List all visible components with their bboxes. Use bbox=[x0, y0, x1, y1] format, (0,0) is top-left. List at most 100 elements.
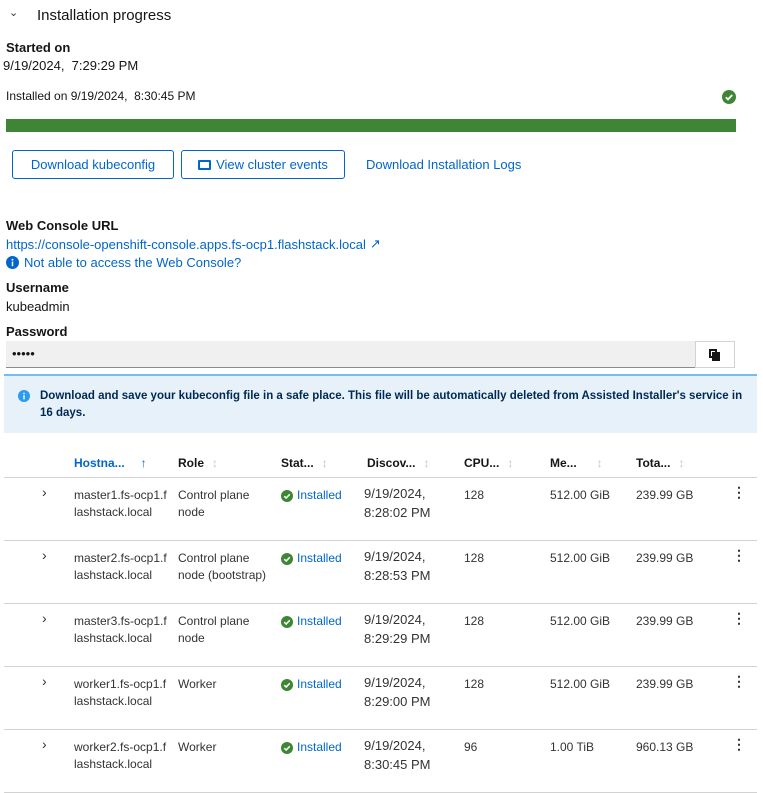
success-check-icon bbox=[722, 90, 736, 104]
expand-row-chevron-icon[interactable]: › bbox=[42, 547, 47, 564]
column-header-cpu[interactable]: CPU... ↕ bbox=[464, 456, 513, 470]
memory-cell: 512.00 GiB bbox=[550, 677, 611, 691]
success-check-icon bbox=[281, 741, 293, 754]
expand-row-chevron-icon[interactable]: › bbox=[42, 610, 47, 627]
success-check-icon bbox=[281, 678, 293, 691]
discovered-date: 9/19/2024, bbox=[364, 549, 426, 564]
status-cell: Installed bbox=[281, 739, 342, 756]
role-cell: Worker bbox=[178, 677, 217, 691]
started-value: 9/19/2024, 7:29:29 PM bbox=[3, 58, 139, 73]
cpu-cell: 128 bbox=[464, 488, 485, 502]
table-header: Hostna... ↑ Role ↕ Stat... ↕ Discov... ↕ CPU… bbox=[4, 447, 757, 478]
discovered-date: 9/19/2024, bbox=[364, 612, 426, 627]
expand-row-chevron-icon[interactable]: › bbox=[42, 484, 47, 501]
total-storage-cell: 239.99 GB bbox=[636, 614, 694, 628]
sort-icon: ↕ bbox=[321, 456, 328, 470]
hostname-cell: master1.fs-ocp1.flashstack.local bbox=[74, 488, 167, 519]
sort-icon: ↕ bbox=[212, 456, 219, 470]
column-header-discovered[interactable]: Discov... ↕ bbox=[367, 456, 429, 470]
role-cell: Control plane node bbox=[178, 488, 250, 519]
role-cell: Control plane node (bootstrap) bbox=[178, 551, 267, 582]
installed-row: Installed on 9/19/2024, 8:30:45 PM bbox=[6, 89, 196, 103]
status-link[interactable]: Installed bbox=[297, 739, 342, 756]
discovered-cell: 9/19/2024, 8:28:02 PM bbox=[364, 484, 431, 522]
expand-row-chevron-icon[interactable]: › bbox=[42, 673, 47, 690]
external-link-icon[interactable]: ↗ bbox=[370, 236, 381, 252]
status-cell: Installed bbox=[281, 487, 342, 504]
console-help-row[interactable]: Not able to access the Web Console? bbox=[6, 255, 241, 270]
column-header-hostname[interactable]: Hostna... ↑ bbox=[74, 456, 147, 470]
column-header-memory[interactable]: Me... ↕ bbox=[550, 456, 603, 470]
username-label: Username bbox=[6, 280, 69, 295]
copy-password-button[interactable] bbox=[695, 341, 735, 368]
kebab-menu-icon[interactable]: ⋮ bbox=[732, 547, 746, 564]
progress-fill bbox=[6, 119, 736, 132]
hostname-cell: worker1.fs-ocp1.flashstack.local bbox=[74, 677, 167, 708]
kebab-menu-icon[interactable]: ⋮ bbox=[732, 484, 746, 501]
installed-value: 9/19/2024, 8:30:45 PM bbox=[70, 89, 196, 103]
monitor-icon bbox=[198, 159, 212, 170]
table-row: › master1.fs-ocp1.flashstack.local Contr… bbox=[4, 478, 757, 541]
status-link[interactable]: Installed bbox=[297, 487, 342, 504]
kubeconfig-alert: Download and save your kubeconfig file i… bbox=[4, 374, 757, 433]
console-url-row: https://console-openshift-console.apps.f… bbox=[6, 236, 381, 252]
success-check-icon bbox=[281, 615, 293, 628]
sort-icon: ↕ bbox=[596, 456, 603, 470]
cpu-cell: 128 bbox=[464, 677, 485, 691]
started-label: Started on bbox=[6, 40, 71, 55]
discovered-cell: 9/19/2024, 8:29:29 PM bbox=[364, 610, 431, 648]
cpu-cell: 96 bbox=[464, 740, 478, 754]
column-header-total[interactable]: Tota... ↕ bbox=[636, 456, 684, 470]
table-row: › worker1.fs-ocp1.flashstack.local Worke… bbox=[4, 667, 757, 730]
copy-icon bbox=[709, 348, 721, 361]
hostname-cell: worker2.fs-ocp1.flashstack.local bbox=[74, 740, 167, 771]
status-cell: Installed bbox=[281, 676, 342, 693]
view-cluster-events-label: View cluster events bbox=[216, 157, 328, 172]
column-header-status[interactable]: Stat... ↕ bbox=[281, 456, 328, 470]
console-url-link[interactable]: https://console-openshift-console.apps.f… bbox=[6, 237, 366, 252]
discovered-time: 8:28:53 PM bbox=[364, 568, 431, 583]
view-cluster-events-button[interactable]: View cluster events bbox=[181, 150, 345, 179]
status-link[interactable]: Installed bbox=[297, 613, 342, 630]
password-label: Password bbox=[6, 324, 68, 339]
table-row: › master3.fs-ocp1.flashstack.local Contr… bbox=[4, 604, 757, 667]
discovered-time: 8:30:45 PM bbox=[364, 757, 431, 772]
discovered-date: 9/19/2024, bbox=[364, 486, 426, 501]
kebab-menu-icon[interactable]: ⋮ bbox=[732, 673, 746, 690]
kebab-menu-icon[interactable]: ⋮ bbox=[732, 736, 746, 753]
role-cell: Control plane node bbox=[178, 614, 250, 645]
discovered-time: 8:29:00 PM bbox=[364, 694, 431, 709]
status-cell: Installed bbox=[281, 613, 342, 630]
expand-row-chevron-icon[interactable]: › bbox=[42, 736, 47, 753]
download-logs-link[interactable]: Download Installation Logs bbox=[366, 157, 521, 172]
hosts-table: Hostna... ↑ Role ↕ Stat... ↕ Discov... ↕ CPU… bbox=[0, 447, 763, 793]
column-header-role[interactable]: Role ↕ bbox=[178, 456, 218, 470]
total-storage-cell: 239.99 GB bbox=[636, 488, 694, 502]
success-check-icon bbox=[281, 489, 293, 502]
sort-icon: ↕ bbox=[507, 456, 514, 470]
memory-cell: 512.00 GiB bbox=[550, 488, 611, 502]
memory-cell: 512.00 GiB bbox=[550, 614, 611, 628]
kebab-menu-icon[interactable]: ⋮ bbox=[732, 610, 746, 627]
status-link[interactable]: Installed bbox=[297, 676, 342, 693]
status-link[interactable]: Installed bbox=[297, 550, 342, 567]
cpu-cell: 128 bbox=[464, 551, 485, 565]
password-field[interactable]: ••••• bbox=[6, 341, 695, 368]
sort-icon: ↕ bbox=[423, 456, 430, 470]
sort-up-icon: ↑ bbox=[140, 456, 147, 470]
download-kubeconfig-label: Download kubeconfig bbox=[30, 157, 156, 172]
download-kubeconfig-button[interactable]: Download kubeconfig bbox=[12, 150, 174, 179]
discovered-cell: 9/19/2024, 8:29:00 PM bbox=[364, 673, 431, 711]
console-help-link[interactable]: Not able to access the Web Console? bbox=[24, 255, 241, 270]
total-storage-cell: 239.99 GB bbox=[636, 677, 694, 691]
success-check-icon bbox=[281, 552, 293, 565]
collapse-chevron-icon[interactable]: ⌄ bbox=[9, 6, 18, 19]
memory-cell: 1.00 TiB bbox=[550, 740, 595, 754]
total-storage-cell: 960.13 GB bbox=[636, 740, 694, 754]
memory-cell: 512.00 GiB bbox=[550, 551, 611, 565]
hostname-cell: master3.fs-ocp1.flashstack.local bbox=[74, 614, 167, 645]
section-title: Installation progress bbox=[37, 7, 172, 24]
discovered-date: 9/19/2024, bbox=[364, 675, 426, 690]
alert-text: Download and save your kubeconfig file i… bbox=[40, 390, 743, 419]
progress-bar bbox=[6, 119, 736, 132]
